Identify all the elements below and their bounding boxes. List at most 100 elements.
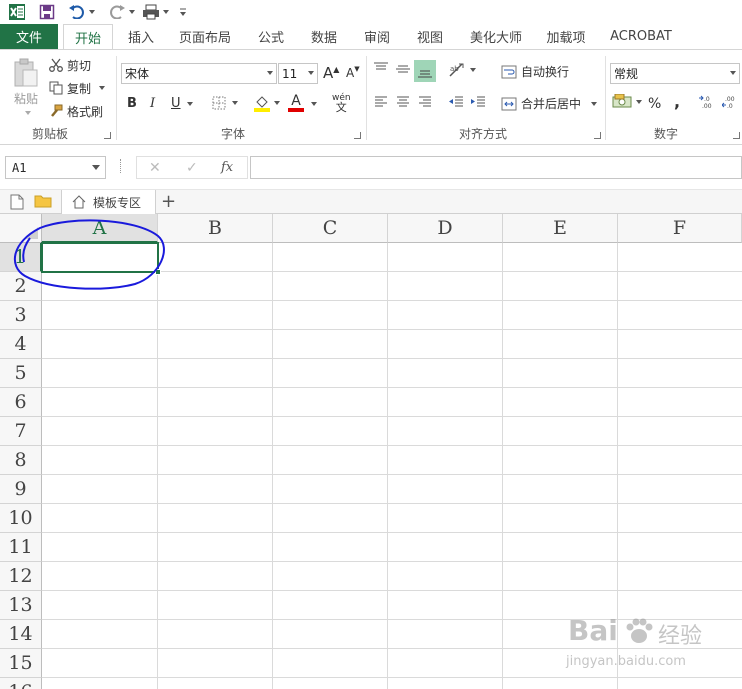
row-header[interactable]: 13	[0, 591, 42, 620]
gridline-horizontal	[42, 300, 742, 301]
orientation-button[interactable]: ab	[448, 62, 476, 78]
format-painter-button[interactable]: 格式刷	[49, 102, 103, 120]
row-header[interactable]: 14	[0, 620, 42, 649]
grow-font-label: A	[323, 64, 334, 82]
cut-label: 剪切	[67, 58, 92, 73]
group-divider	[605, 56, 606, 140]
align-middle-button[interactable]	[395, 62, 411, 76]
paste-icon	[14, 58, 38, 87]
tab-beautify-master[interactable]: 美化大师	[463, 24, 529, 49]
borders-button[interactable]	[212, 96, 238, 110]
row-header[interactable]: 2	[0, 272, 42, 301]
number-format-combo[interactable]: 常规	[610, 63, 740, 84]
formula-bar-splitter[interactable]	[120, 159, 122, 173]
increase-indent-button[interactable]	[470, 96, 486, 108]
row-header[interactable]: 10	[0, 504, 42, 533]
tab-formulas[interactable]: 公式	[250, 24, 292, 49]
increase-decimal-button[interactable]: .0.00	[699, 95, 717, 109]
column-header-c[interactable]: C	[273, 214, 388, 243]
template-tab[interactable]: 模板专区	[61, 190, 156, 214]
column-header-e[interactable]: E	[503, 214, 618, 243]
row-header[interactable]: 5	[0, 359, 42, 388]
alignment-dialog-launcher-icon[interactable]	[594, 132, 601, 139]
row-header[interactable]: 16	[0, 678, 42, 689]
number-dialog-launcher-icon[interactable]	[733, 132, 740, 139]
row-header[interactable]: 1	[0, 243, 42, 272]
grow-font-button[interactable]: A ▲	[323, 64, 339, 82]
formula-bar: A1 ✕ ✓ fx	[0, 145, 742, 190]
formula-input[interactable]	[250, 156, 742, 179]
decrease-indent-button[interactable]	[448, 96, 464, 108]
align-top-button[interactable]	[373, 62, 389, 76]
row-header[interactable]: 6	[0, 388, 42, 417]
column-header-d[interactable]: D	[388, 214, 503, 243]
row-header[interactable]: 8	[0, 446, 42, 475]
column-header-a[interactable]: A	[42, 214, 158, 243]
watermark-brand: Bai	[568, 614, 618, 647]
redo-icon[interactable]	[106, 2, 136, 22]
print-icon[interactable]	[140, 2, 170, 22]
percent-button[interactable]: %	[648, 96, 661, 112]
clipboard-dialog-launcher-icon[interactable]	[104, 132, 111, 139]
new-document-button[interactable]	[10, 194, 24, 210]
svg-text:.0: .0	[704, 96, 710, 103]
cancel-entry-button[interactable]: ✕	[149, 160, 161, 176]
decrease-indent-icon	[449, 96, 463, 107]
font-dialog-launcher-icon[interactable]	[354, 132, 361, 139]
phonetic-button[interactable]: wén 文	[332, 93, 351, 113]
shrink-font-button[interactable]: A ▼	[346, 65, 360, 80]
tab-page-layout[interactable]: 页面布局	[172, 24, 238, 49]
italic-button[interactable]: I	[150, 96, 155, 111]
tab-insert[interactable]: 插入	[120, 24, 162, 49]
row-header[interactable]: 4	[0, 330, 42, 359]
font-size-combo[interactable]: 11	[278, 63, 318, 84]
insert-function-button[interactable]: fx	[221, 160, 233, 175]
select-all-corner[interactable]	[0, 214, 42, 243]
cut-button[interactable]: 剪切	[49, 56, 91, 74]
underline-label: U	[171, 96, 181, 111]
tab-home[interactable]: 开始	[63, 24, 113, 50]
row-header[interactable]: 9	[0, 475, 42, 504]
tab-review[interactable]: 审阅	[356, 24, 398, 49]
active-cell-a1[interactable]	[41, 242, 159, 273]
row-header[interactable]: 7	[0, 417, 42, 446]
align-bottom-button[interactable]	[414, 60, 436, 82]
comma-button[interactable]: ,	[674, 92, 680, 111]
align-left-button[interactable]	[374, 96, 388, 108]
underline-button[interactable]: U	[171, 96, 193, 111]
decrease-decimal-button[interactable]: .00.0	[722, 95, 740, 109]
confirm-entry-button[interactable]: ✓	[186, 160, 198, 176]
home-icon	[72, 195, 86, 209]
fill-handle[interactable]	[155, 269, 161, 275]
row-header[interactable]: 15	[0, 649, 42, 678]
name-box[interactable]: A1	[5, 156, 106, 179]
align-right-button[interactable]	[418, 96, 432, 108]
save-icon[interactable]	[36, 2, 58, 22]
undo-icon[interactable]	[66, 2, 96, 22]
merge-center-button[interactable]: 合并后居中	[501, 95, 598, 112]
column-header-f[interactable]: F	[618, 214, 742, 243]
column-header-b[interactable]: B	[158, 214, 273, 243]
open-folder-button[interactable]	[34, 194, 52, 208]
font-name-combo[interactable]: 宋体	[121, 63, 277, 84]
font-color-button[interactable]: A	[288, 94, 304, 112]
paste-button[interactable]: 粘贴	[9, 58, 43, 118]
row-header[interactable]: 12	[0, 562, 42, 591]
bold-button[interactable]: B	[127, 96, 137, 111]
name-box-value: A1	[12, 160, 27, 175]
tab-add-ins[interactable]: 加载项	[538, 24, 594, 49]
gridline-vertical	[272, 243, 273, 689]
row-header[interactable]: 11	[0, 533, 42, 562]
tab-acrobat[interactable]: ACROBAT	[603, 24, 679, 49]
align-center-button[interactable]	[396, 96, 410, 108]
add-tab-button[interactable]: +	[161, 191, 176, 212]
copy-button[interactable]: 复制	[49, 79, 106, 97]
wrap-text-button[interactable]: 自动换行	[501, 63, 569, 80]
fill-color-button[interactable]	[254, 94, 280, 112]
tab-file[interactable]: 文件	[0, 24, 58, 49]
row-header[interactable]: 3	[0, 301, 42, 330]
customize-icon[interactable]	[176, 2, 190, 22]
tab-data[interactable]: 数据	[303, 24, 345, 49]
accounting-format-button[interactable]	[612, 94, 642, 110]
tab-view[interactable]: 视图	[409, 24, 451, 49]
